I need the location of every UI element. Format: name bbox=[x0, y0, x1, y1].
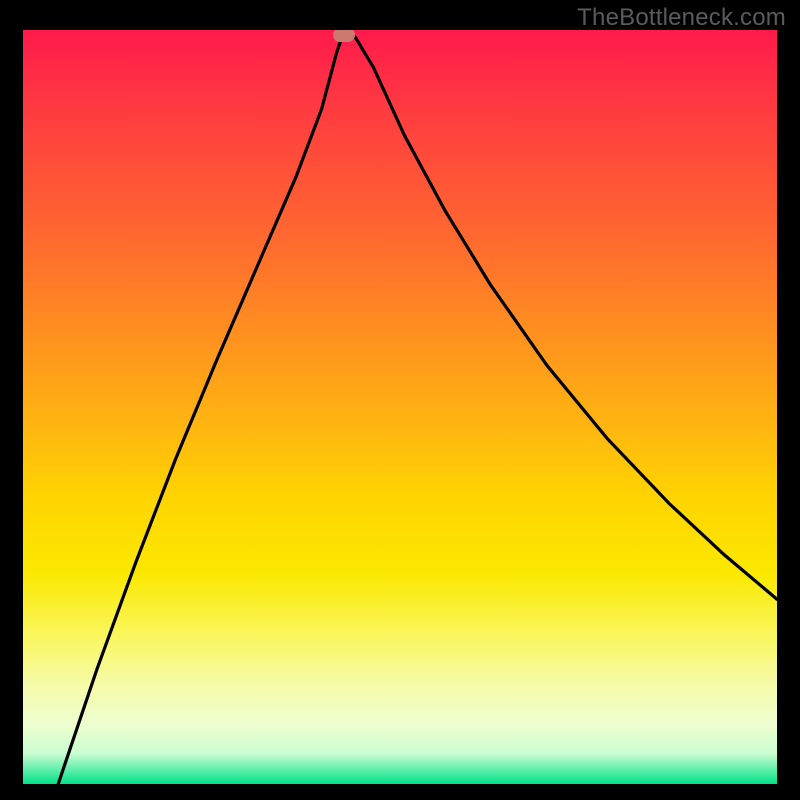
plot-area bbox=[23, 30, 777, 784]
watermark-text: TheBottleneck.com bbox=[577, 4, 786, 32]
bottleneck-curve bbox=[58, 30, 777, 784]
figure-container: TheBottleneck.com bbox=[0, 0, 800, 800]
optimal-point-marker bbox=[333, 30, 355, 42]
curve-svg bbox=[23, 30, 777, 784]
